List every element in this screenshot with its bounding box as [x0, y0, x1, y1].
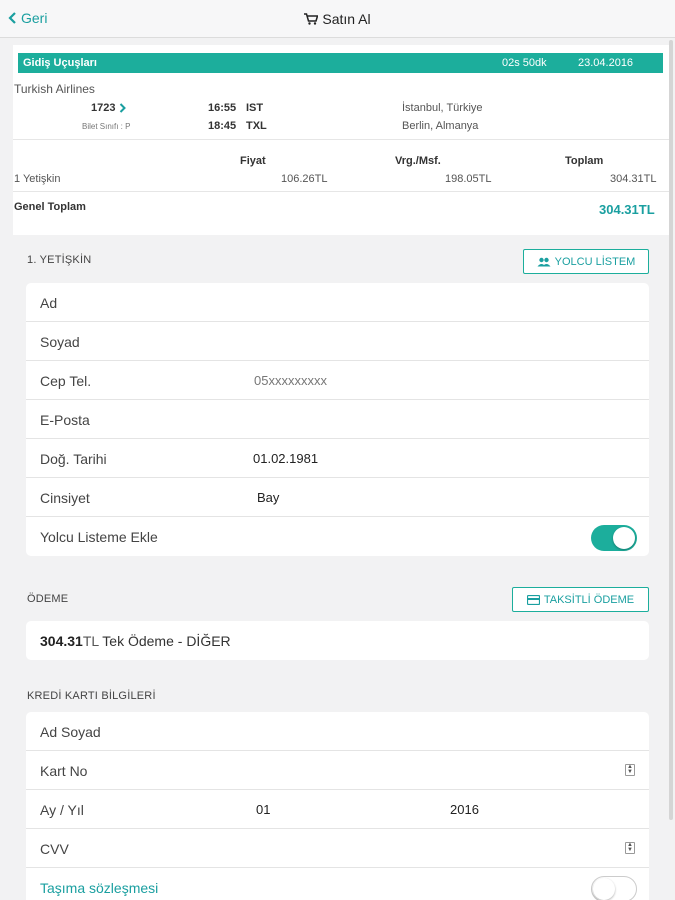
passenger-list-button-label: YOLCU LİSTEM [554, 255, 636, 268]
credit-card-icon [526, 594, 540, 605]
contract-link[interactable]: Taşıma sözleşmesi [40, 880, 158, 896]
airline-name: Turkish Airlines [14, 82, 95, 96]
field-label: Ad [40, 295, 58, 311]
field-label: Ad Soyad [40, 724, 101, 740]
toggle-knob [613, 527, 635, 549]
price-vergi: 198.05TL [445, 173, 492, 185]
payment-amount: 304.31 [40, 633, 83, 649]
card-number-field[interactable]: Kart No ▲ ▼ [26, 751, 649, 790]
flight-duration: 02s 50dk [502, 57, 547, 69]
field-label: CVV [40, 841, 69, 857]
birth-date-value: 01.02.1981 [253, 451, 319, 466]
toggle-knob [593, 878, 615, 900]
navigation-bar: Geri Satın Al [0, 0, 675, 38]
flight-number[interactable]: 1723 [91, 102, 127, 114]
departure-flights-bar: Gidiş Uçuşları 02s 50dk 23.04.2016 [18, 53, 663, 73]
departure-time: 16:55 [208, 102, 237, 114]
payment-description: Tek Ödeme - DİĞER [102, 633, 231, 649]
birth-date-field[interactable]: Doğ. Tarihi 01.02.1981 [26, 439, 649, 478]
installment-payment-label: TAKSİTLİ ÖDEME [543, 593, 635, 606]
chevron-right-icon [120, 103, 127, 113]
scrollbar[interactable] [669, 40, 673, 820]
divider [13, 191, 669, 192]
contract-row: Taşıma sözleşmesi [26, 868, 649, 900]
expiry-field: Ay / Yıl 01 2016 [26, 790, 649, 829]
field-label: Cep Tel. [40, 373, 92, 389]
mobile-phone-placeholder: 05xxxxxxxxx [254, 373, 327, 388]
field-label: Ay / Yıl [40, 802, 84, 818]
passenger-form: Ad Soyad Cep Tel. 05xxxxxxxxx E-Posta Do… [26, 283, 649, 556]
field-label: Doğ. Tarihi [40, 451, 107, 467]
passenger-list-button[interactable]: YOLCU LİSTEM [523, 249, 649, 274]
users-icon [537, 257, 551, 266]
payment-option[interactable]: 304.31TL Tek Ödeme - DİĞER [26, 621, 649, 660]
expiry-month-select[interactable]: 01 [256, 802, 270, 817]
field-label: Soyad [40, 334, 80, 350]
expiry-year-select[interactable]: 2016 [450, 802, 479, 817]
field-label: E-Posta [40, 412, 90, 428]
arrival-time: 18:45 [208, 120, 237, 132]
flight-date: 23.04.2016 [578, 57, 634, 69]
arrival-city: Berlin, Almanya [402, 120, 479, 132]
page-title-text: Satın Al [322, 11, 371, 27]
payment-summary: 304.31TL Tek Ödeme - DİĞER [40, 633, 231, 649]
add-to-list-toggle[interactable] [591, 525, 637, 551]
divider [13, 139, 669, 140]
ticket-class: Bilet Sınıfı : P [82, 122, 131, 131]
credit-card-form: Ad Soyad Kart No ▲ ▼ Ay / Yıl 01 2016 CVV… [26, 712, 649, 900]
arrival-airport: TXL [246, 120, 267, 132]
cart-icon [304, 13, 319, 25]
passenger-type: 1 Yetişkin [14, 173, 61, 185]
cardholder-name-field[interactable]: Ad Soyad [26, 712, 649, 751]
gender-value: Bay [257, 490, 280, 505]
first-name-field[interactable]: Ad [26, 283, 649, 322]
departure-flights-title: Gidiş Uçuşları [23, 57, 97, 69]
flight-number-text: 1723 [91, 102, 116, 114]
passenger-section-title: 1. YETİŞKİN [27, 254, 92, 266]
price-header-vergi: Vrg./Msf. [395, 155, 441, 167]
cvv-stepper-icon[interactable]: ▲ ▼ [625, 842, 635, 854]
credit-card-section-title: KREDİ KARTI BİLGİLERİ [27, 690, 156, 702]
departure-airport: IST [246, 102, 264, 114]
payment-section-title: ÖDEME [27, 593, 69, 605]
last-name-field[interactable]: Soyad [26, 322, 649, 361]
price-fiyat: 106.26TL [281, 173, 328, 185]
contract-accept-toggle[interactable] [591, 876, 637, 900]
page-title: Satın Al [0, 11, 675, 27]
price-toplam: 304.31TL [610, 173, 657, 185]
add-to-list-label: Yolcu Listeme Ekle [40, 529, 158, 545]
flight-summary-card: Gidiş Uçuşları 02s 50dk 23.04.2016 Turki… [13, 45, 669, 235]
field-label: Cinsiyet [40, 490, 90, 506]
departure-city: İstanbul, Türkiye [402, 102, 483, 114]
add-to-list-row: Yolcu Listeme Ekle [26, 517, 649, 556]
grand-total-value: 304.31TL [599, 202, 655, 217]
cvv-field[interactable]: CVV ▲ ▼ [26, 829, 649, 868]
gender-select[interactable]: Cinsiyet Bay [26, 478, 649, 517]
installment-payment-button[interactable]: TAKSİTLİ ÖDEME [512, 587, 649, 612]
payment-currency: TL [82, 633, 99, 649]
card-number-stepper-icon[interactable]: ▲ ▼ [625, 764, 635, 776]
mobile-phone-field[interactable]: Cep Tel. 05xxxxxxxxx [26, 361, 649, 400]
grand-total-label: Genel Toplam [14, 201, 86, 213]
email-field[interactable]: E-Posta [26, 400, 649, 439]
field-label: Kart No [40, 763, 88, 779]
price-header-fiyat: Fiyat [240, 155, 266, 167]
price-header-toplam: Toplam [565, 155, 604, 167]
